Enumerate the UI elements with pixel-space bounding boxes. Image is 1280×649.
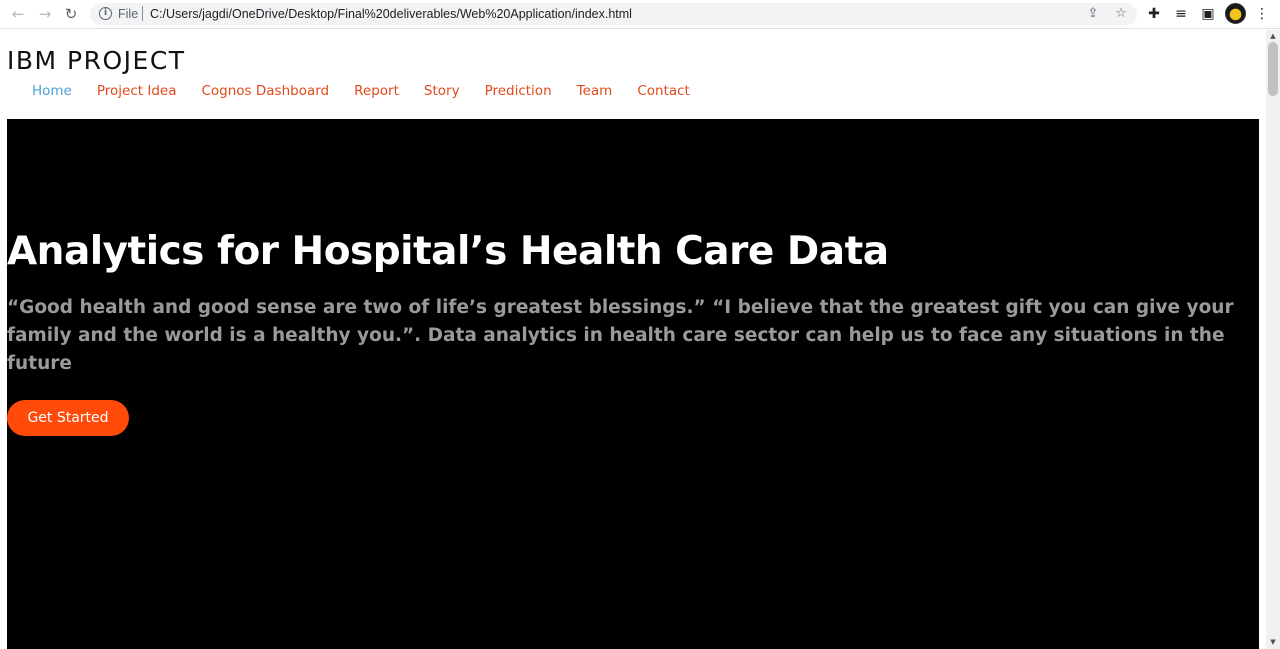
main-nav: Home Project Idea Cognos Dashboard Repor… [32,83,690,99]
nav-contact[interactable]: Contact [637,83,690,99]
nav-cognos-dashboard[interactable]: Cognos Dashboard [201,83,329,99]
extensions-icon[interactable]: ✚ [1144,4,1164,24]
scroll-thumb[interactable] [1268,42,1278,96]
hero-title: Analytics for Hospital’s Health Care Dat… [7,229,889,274]
divider [142,6,143,21]
star-icon[interactable]: ☆ [1112,5,1130,23]
hero-subtitle: “Good health and good sense are two of l… [7,297,1234,374]
profile-avatar[interactable] [1225,3,1246,24]
page-viewport: IBM PROJECT Home Project Idea Cognos Das… [0,30,1266,649]
info-icon[interactable]: i [99,7,112,20]
get-started-button[interactable]: Get Started [7,400,129,436]
forward-arrow-icon[interactable]: → [34,4,56,24]
browser-toolbar: ← → ↻ i File C:/Users/jagdi/OneDrive/Des… [0,0,1280,29]
scroll-up-arrow-icon[interactable]: ▲ [1266,30,1280,42]
url-text[interactable]: C:/Users/jagdi/OneDrive/Desktop/Final%20… [150,7,632,21]
back-arrow-icon[interactable]: ← [7,4,29,24]
kebab-menu-icon[interactable]: ⋮ [1252,4,1272,24]
nav-report[interactable]: Report [354,83,399,99]
scroll-down-arrow-icon[interactable]: ▼ [1266,636,1280,648]
reload-icon[interactable]: ↻ [60,4,82,24]
nav-home[interactable]: Home [32,83,72,99]
reading-list-icon[interactable]: ≡ [1171,4,1191,24]
nav-story[interactable]: Story [424,83,460,99]
address-bar[interactable]: i File C:/Users/jagdi/OneDrive/Desktop/F… [90,3,1137,25]
page-scrollbar[interactable]: ▲ ▼ [1266,30,1280,649]
side-panel-icon[interactable]: ▣ [1198,4,1218,24]
share-icon[interactable]: ⇪ [1084,5,1102,23]
hero-section: Analytics for Hospital’s Health Care Dat… [7,119,1259,649]
site-brand[interactable]: IBM PROJECT [7,46,186,75]
nav-team[interactable]: Team [577,83,613,99]
nav-prediction[interactable]: Prediction [485,83,552,99]
nav-project-idea[interactable]: Project Idea [97,83,177,99]
scheme-label: File [118,7,139,21]
